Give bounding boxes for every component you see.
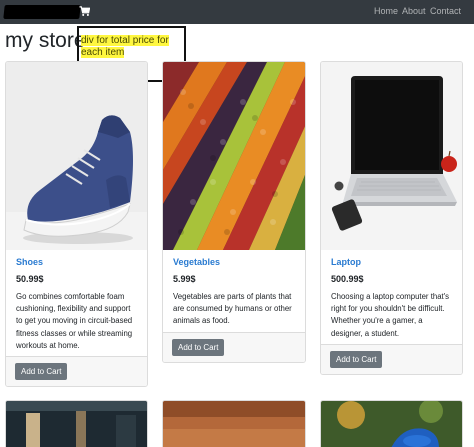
product-name-link[interactable]: Vegetables: [173, 257, 297, 267]
shopping-cart-icon[interactable]: [79, 5, 90, 17]
annotation-note: div for total price for each item: [81, 35, 181, 59]
add-to-cart-button[interactable]: Add to Cart: [15, 363, 68, 380]
product-image-partial: [6, 401, 147, 447]
product-description: Vegetables are parts of plants that are …: [173, 292, 292, 326]
card-footer: Add to Cart: [321, 344, 462, 374]
add-to-cart-button[interactable]: Add to Cart: [330, 351, 383, 368]
product-name-link[interactable]: Laptop: [331, 257, 454, 267]
brand-logo-redacted[interactable]: [3, 5, 81, 19]
product-card-partial: [162, 400, 306, 447]
nav-link-contact[interactable]: Contact: [430, 6, 461, 16]
product-card-laptop: Laptop 500.99$ Choosing a laptop compute…: [320, 61, 463, 375]
product-image-partial: [163, 401, 305, 447]
annotation-highlight: div for total price for each item: [81, 35, 169, 58]
vegetables-image: [163, 62, 305, 250]
card-footer: Add to Cart: [6, 356, 147, 386]
card-body: Vegetables 5.99$ Vegetables are parts of…: [173, 257, 297, 328]
product-card-partial: [5, 400, 148, 447]
product-card-vegetables: Vegetables 5.99$ Vegetables are parts of…: [162, 61, 306, 363]
product-description: Choosing a laptop computer that's right …: [331, 292, 450, 338]
laptop-image: [321, 62, 462, 250]
product-card-partial: [320, 400, 463, 447]
card-footer: Add to Cart: [163, 332, 305, 362]
product-card-shoes: Shoes 50.99$ Go combines comfortable foa…: [5, 61, 148, 387]
product-price: 500.99$: [331, 274, 364, 284]
card-body: Shoes 50.99$ Go combines comfortable foa…: [16, 257, 139, 352]
top-navbar: Home About Contact: [0, 0, 474, 24]
product-price: 5.99$: [173, 274, 196, 284]
card-body: Laptop 500.99$ Choosing a laptop compute…: [331, 257, 454, 340]
product-description: Go combines comfortable foam cushioning,…: [16, 292, 133, 350]
product-image-partial: [321, 401, 462, 447]
nav-link-home[interactable]: Home: [374, 6, 398, 16]
sneaker-image: [6, 62, 147, 250]
nav-link-about[interactable]: About: [402, 6, 426, 16]
product-price: 50.99$: [16, 274, 44, 284]
product-name-link[interactable]: Shoes: [16, 257, 139, 267]
add-to-cart-button[interactable]: Add to Cart: [172, 339, 225, 356]
page-title: my store: [5, 29, 86, 52]
